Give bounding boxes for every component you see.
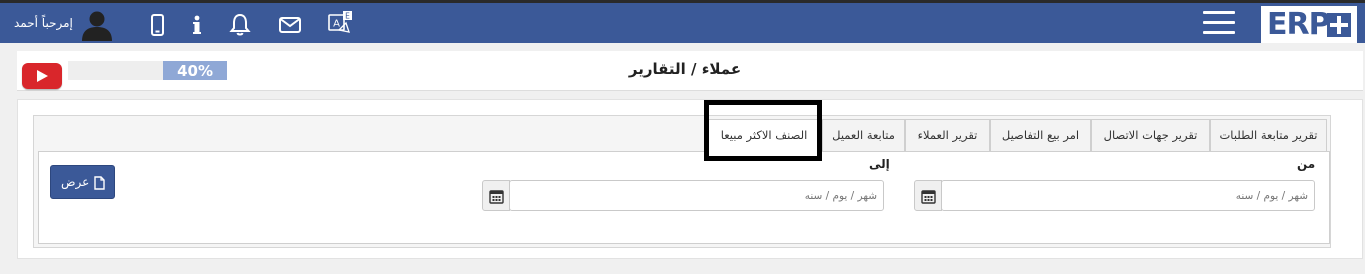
logo-text: ERP [1267,7,1331,42]
mail-icon[interactable] [277,12,303,38]
erp-logo[interactable]: ERP [1261,6,1357,43]
progress-bar: 40% [68,61,227,80]
from-label: من [1297,157,1316,171]
mobile-icon[interactable] [144,12,170,38]
info-icon[interactable] [184,12,210,38]
tab-sales-order-details[interactable]: امر بيع التفاصيل [990,119,1091,152]
from-date-input[interactable] [941,180,1315,211]
welcome-text[interactable]: إمرحباً أحمد [14,16,73,30]
calendar-icon [489,190,504,204]
tab-customer-followup[interactable]: متابعة العميل [822,119,905,152]
to-label: إلى [869,157,890,171]
to-calendar-button[interactable] [482,180,510,211]
tab-orders-followup-report[interactable]: تقرير متابعة الطلبات [1210,119,1327,152]
svg-text:A: A [333,19,340,30]
show-button[interactable]: عرض [50,165,115,199]
translate-badge: E [345,12,350,21]
logo-plus-icon [1327,13,1351,37]
play-icon [37,70,48,82]
tab-contacts-report[interactable]: تقرير جهات الاتصال [1091,119,1210,152]
document-icon [94,176,105,190]
user-avatar-icon [82,11,112,41]
hamburger-menu-icon[interactable] [1203,9,1235,37]
avatar[interactable] [80,9,114,41]
translate-icon[interactable]: A E [327,10,353,36]
calendar-icon [921,190,936,204]
show-button-label: عرض [61,175,90,189]
page-title: عملاء / التقارير [628,60,742,78]
bell-icon[interactable] [227,12,253,38]
top-navbar: ERP A E إمرحباً أحمد [0,0,1365,43]
youtube-button[interactable] [22,63,62,89]
progress-label: 40% [177,62,213,80]
highlight-box [704,100,822,161]
to-date-input[interactable] [509,180,884,211]
tab-customers-report[interactable]: تقرير العملاء [905,119,990,152]
from-calendar-button[interactable] [914,180,942,211]
